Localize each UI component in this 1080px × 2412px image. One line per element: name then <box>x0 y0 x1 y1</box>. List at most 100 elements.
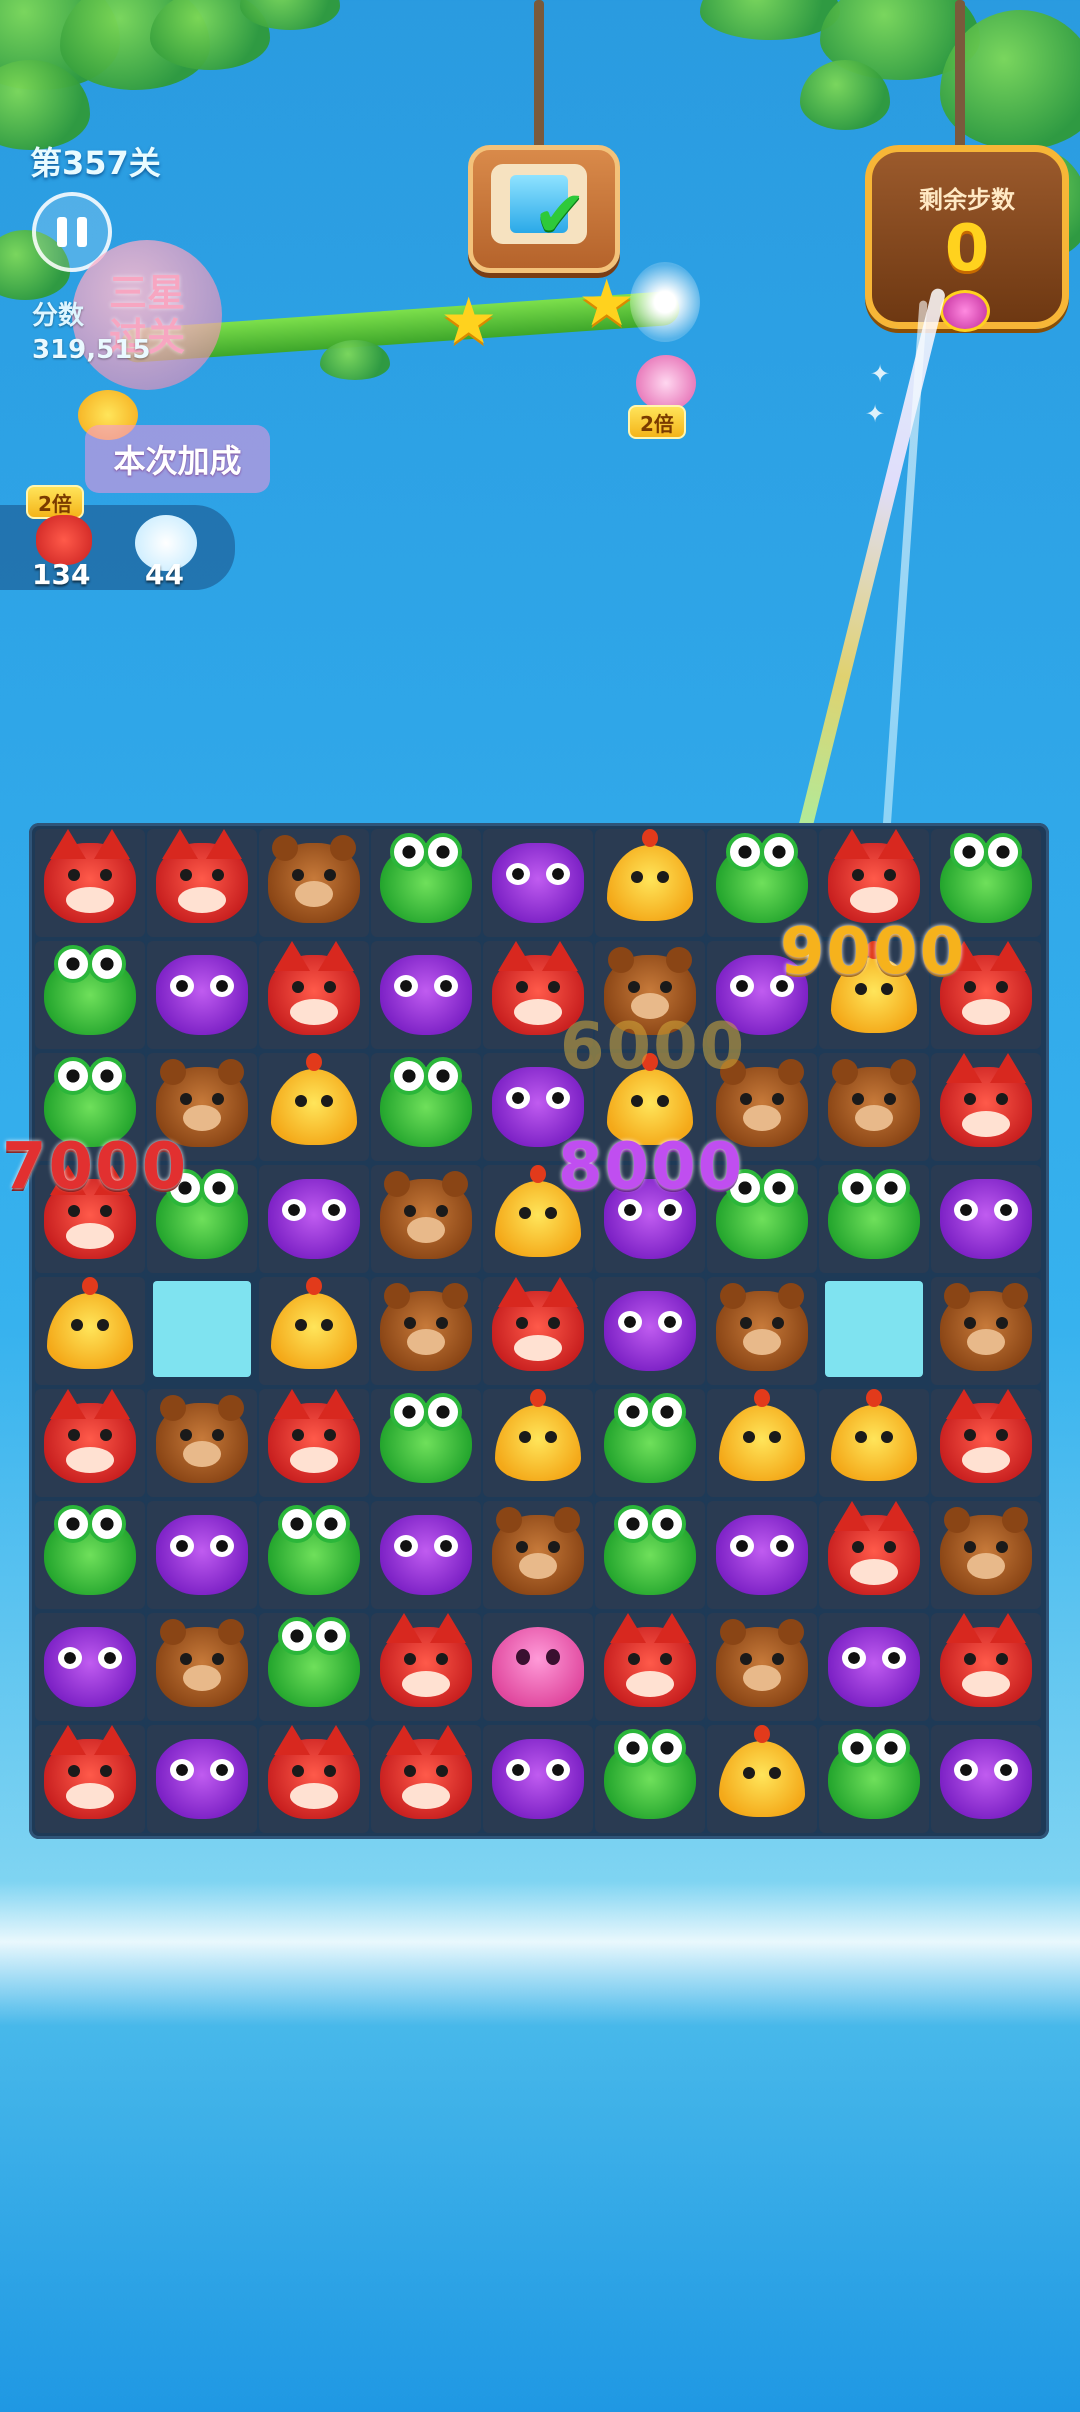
board-cell[interactable] <box>35 1501 145 1609</box>
fox-piece-icon <box>266 941 362 1041</box>
bear-piece-icon <box>490 1507 586 1601</box>
frog-piece-icon <box>266 1617 362 1713</box>
fox-piece-icon <box>938 1053 1034 1153</box>
fox-piece-icon <box>938 1613 1034 1713</box>
board-cell[interactable] <box>595 1389 705 1497</box>
bonus-label: 本次加成 <box>85 425 270 493</box>
board-cell[interactable] <box>259 1501 369 1609</box>
board-cell[interactable] <box>35 1613 145 1721</box>
board-cell[interactable] <box>483 1501 593 1609</box>
frog-piece-icon <box>602 1505 698 1601</box>
board-cell[interactable] <box>595 1613 705 1721</box>
board-cell[interactable] <box>819 1501 929 1609</box>
board-cell[interactable] <box>931 1501 1041 1609</box>
board-cell[interactable] <box>259 1389 369 1497</box>
board-cell[interactable] <box>931 1053 1041 1161</box>
board-cell[interactable] <box>35 829 145 937</box>
owl-piece-icon <box>602 1285 698 1377</box>
crown-icon <box>940 290 990 332</box>
board-cell[interactable] <box>259 1053 369 1161</box>
board-cell[interactable] <box>147 1501 257 1609</box>
board-cell[interactable] <box>371 1277 481 1385</box>
three-star-bubble: 三星 过关 <box>72 240 222 390</box>
board-cell[interactable] <box>595 1501 705 1609</box>
board-cell[interactable] <box>483 1389 593 1497</box>
board-cell[interactable] <box>371 1053 481 1161</box>
board-cell[interactable] <box>931 1613 1041 1721</box>
board-cell[interactable] <box>259 941 369 1049</box>
board-cell[interactable] <box>819 1613 929 1721</box>
fox-piece-icon <box>42 1725 138 1825</box>
board-cell[interactable] <box>819 1165 929 1273</box>
frog-piece-icon <box>378 1057 474 1153</box>
board-cell[interactable] <box>707 1725 817 1833</box>
board-cell[interactable] <box>931 1725 1041 1833</box>
board-cell[interactable] <box>147 1389 257 1497</box>
board-cell[interactable] <box>819 1725 929 1833</box>
level-title: 第357关 <box>30 144 161 182</box>
board-cell[interactable] <box>483 1277 593 1385</box>
board-cell[interactable] <box>931 1165 1041 1273</box>
board-cell[interactable] <box>35 1277 145 1385</box>
score-popup-8000: 8000 <box>558 1130 745 1204</box>
board-cell[interactable] <box>371 941 481 1049</box>
fox-piece-icon <box>378 1725 474 1825</box>
board-cell[interactable] <box>35 1389 145 1497</box>
board-cell[interactable] <box>259 1613 369 1721</box>
board-cell[interactable] <box>371 1613 481 1721</box>
board-cell[interactable] <box>707 1501 817 1609</box>
fox-bonus-count: 134 <box>32 558 91 591</box>
board-cell[interactable] <box>595 1277 705 1385</box>
score-popup-9000: 9000 <box>780 915 967 989</box>
chick-piece-icon <box>826 1389 922 1489</box>
board-cell[interactable] <box>147 1725 257 1833</box>
star-icon-1: ★ <box>440 285 498 359</box>
frog-piece-icon <box>42 945 138 1041</box>
owl-piece-icon <box>42 1621 138 1713</box>
board-cell[interactable] <box>35 1725 145 1833</box>
board-cell[interactable] <box>483 829 593 937</box>
owl-piece-icon <box>266 1173 362 1265</box>
board-cell[interactable] <box>707 1613 817 1721</box>
board-cell[interactable] <box>595 829 705 937</box>
board-cell[interactable] <box>147 829 257 937</box>
board-cell[interactable] <box>259 1725 369 1833</box>
board-cell[interactable] <box>819 1053 929 1161</box>
bear-piece-icon <box>714 1619 810 1713</box>
board-cell[interactable] <box>147 941 257 1049</box>
owl-piece-icon <box>378 1509 474 1601</box>
board-cell[interactable] <box>931 1389 1041 1497</box>
board-cell[interactable] <box>931 1277 1041 1385</box>
board-cell[interactable] <box>371 1389 481 1497</box>
sparkle-icon: ✦ <box>870 360 891 388</box>
chick-piece-icon <box>266 1053 362 1153</box>
bear-piece-icon <box>154 1619 250 1713</box>
frog-piece-icon <box>602 1393 698 1489</box>
board-cell[interactable] <box>483 1613 593 1721</box>
board-cell[interactable] <box>35 941 145 1049</box>
board-cell[interactable] <box>483 1725 593 1833</box>
fox-piece-icon <box>602 1613 698 1713</box>
moves-value: 0 <box>944 212 990 286</box>
board-cell[interactable] <box>259 829 369 937</box>
frog-piece-icon <box>42 1505 138 1601</box>
board-cell[interactable] <box>259 1277 369 1385</box>
board-cell[interactable] <box>371 1501 481 1609</box>
board-cell[interactable] <box>819 1389 929 1497</box>
owl-piece-icon <box>490 837 586 929</box>
board-cell[interactable] <box>707 1389 817 1497</box>
board-cell[interactable] <box>371 829 481 937</box>
board-cell[interactable] <box>147 1613 257 1721</box>
board-cell[interactable] <box>259 1165 369 1273</box>
board-cell[interactable] <box>595 1725 705 1833</box>
chick-piece-icon <box>714 1725 810 1825</box>
bear-piece-icon <box>154 1395 250 1489</box>
board-cell[interactable] <box>707 1277 817 1385</box>
chick-piece-icon <box>490 1389 586 1489</box>
board-cell[interactable] <box>371 1165 481 1273</box>
bear-piece-icon <box>826 1059 922 1153</box>
owl-piece-icon <box>154 1509 250 1601</box>
board-cell[interactable] <box>371 1725 481 1833</box>
frog-piece-icon <box>826 1169 922 1265</box>
owl-piece-icon <box>938 1733 1034 1825</box>
